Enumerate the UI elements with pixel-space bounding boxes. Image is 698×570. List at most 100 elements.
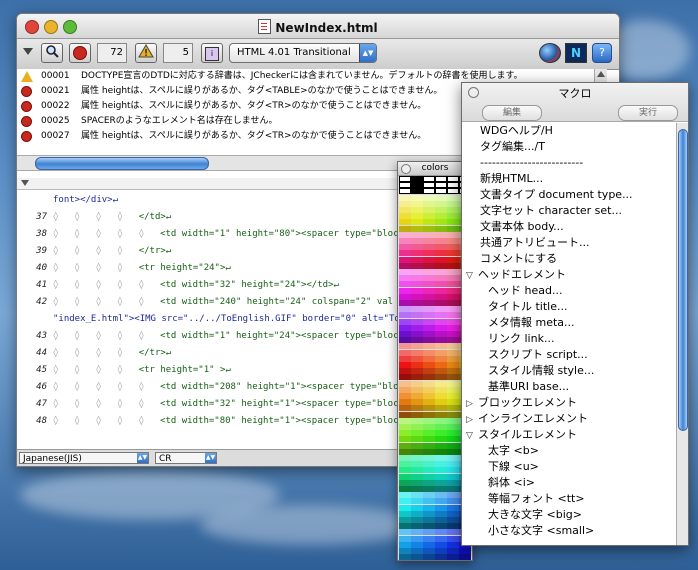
color-swatch[interactable] <box>399 492 411 499</box>
color-swatch[interactable] <box>435 219 447 226</box>
color-swatch[interactable] <box>447 293 459 300</box>
color-swatch[interactable] <box>423 225 435 232</box>
color-swatch[interactable] <box>399 343 411 350</box>
macro-item[interactable]: WDGヘルプ/H <box>462 123 676 139</box>
color-swatch[interactable] <box>435 362 447 368</box>
color-swatch[interactable] <box>411 386 423 393</box>
color-swatch[interactable] <box>435 300 447 306</box>
color-swatch[interactable] <box>423 411 435 418</box>
color-swatch[interactable] <box>399 355 411 362</box>
color-swatch[interactable] <box>423 523 435 530</box>
color-swatch[interactable] <box>447 380 459 387</box>
color-swatch[interactable] <box>423 306 435 313</box>
color-swatch[interactable] <box>411 517 423 523</box>
color-swatch[interactable] <box>447 442 459 449</box>
color-swatch[interactable] <box>411 337 423 344</box>
color-swatch[interactable] <box>399 517 411 523</box>
doctype-select[interactable]: HTML 4.01 Transitional ▲▼ <box>229 43 377 63</box>
color-swatch[interactable] <box>411 176 423 182</box>
color-swatch[interactable] <box>399 498 411 505</box>
color-swatch[interactable] <box>435 386 447 393</box>
color-swatch[interactable] <box>399 486 411 492</box>
color-swatch[interactable] <box>399 269 411 275</box>
color-swatch[interactable] <box>423 424 435 430</box>
color-swatch[interactable] <box>399 529 411 536</box>
color-swatch[interactable] <box>447 200 459 207</box>
color-swatch[interactable] <box>435 523 447 530</box>
color-swatch[interactable] <box>411 424 423 430</box>
macro-item[interactable]: 等幅フォント <tt> <box>462 491 676 507</box>
color-swatch[interactable] <box>411 244 423 251</box>
color-swatch[interactable] <box>399 300 411 306</box>
color-swatch[interactable] <box>423 405 435 412</box>
color-swatch[interactable] <box>435 262 447 269</box>
color-swatch[interactable] <box>447 349 459 356</box>
macro-item[interactable]: 文書本体 body... <box>462 219 676 235</box>
color-swatch[interactable] <box>399 176 411 182</box>
color-swatch[interactable] <box>423 529 435 536</box>
color-swatch[interactable] <box>447 256 459 263</box>
color-swatch[interactable] <box>423 238 435 244</box>
color-swatch[interactable] <box>447 343 459 350</box>
color-swatch[interactable] <box>411 479 423 486</box>
color-swatch[interactable] <box>447 554 459 561</box>
color-swatch[interactable] <box>411 541 423 548</box>
color-swatch[interactable] <box>423 368 435 375</box>
color-swatch[interactable] <box>411 393 423 399</box>
color-swatch[interactable] <box>423 355 435 362</box>
color-swatch[interactable] <box>399 523 411 530</box>
color-swatch[interactable] <box>435 467 447 474</box>
macro-item[interactable]: タグ編集.../T <box>462 139 676 155</box>
color-swatch[interactable] <box>399 455 411 461</box>
color-swatch[interactable] <box>447 188 459 195</box>
color-swatch[interactable] <box>423 300 435 306</box>
color-swatch[interactable] <box>399 231 411 238</box>
color-swatch[interactable] <box>423 498 435 505</box>
color-swatch[interactable] <box>435 306 447 313</box>
color-swatch[interactable] <box>411 343 423 350</box>
color-swatch[interactable] <box>411 405 423 412</box>
color-swatch[interactable] <box>423 467 435 474</box>
color-swatch[interactable] <box>447 461 459 468</box>
macro-item[interactable]: タイトル title... <box>462 299 676 315</box>
close-icon[interactable] <box>401 164 411 174</box>
macro-item[interactable]: 文字セット character set... <box>462 203 676 219</box>
color-swatch[interactable] <box>435 349 447 356</box>
macro-item[interactable]: ▽ スタイルエレメント <box>462 427 676 443</box>
color-swatch[interactable] <box>423 287 435 294</box>
color-swatch[interactable] <box>435 269 447 275</box>
color-swatch[interactable] <box>411 250 423 257</box>
color-swatch[interactable] <box>423 510 435 517</box>
color-swatch[interactable] <box>447 331 459 337</box>
color-swatch[interactable] <box>423 176 435 182</box>
color-swatch[interactable] <box>423 417 435 424</box>
color-swatch[interactable] <box>447 473 459 480</box>
color-swatch[interactable] <box>423 374 435 381</box>
color-swatch[interactable] <box>435 529 447 536</box>
color-swatch[interactable] <box>447 262 459 269</box>
color-swatch[interactable] <box>411 355 423 362</box>
color-swatch[interactable] <box>411 529 423 536</box>
color-swatch[interactable] <box>435 498 447 505</box>
color-swatch[interactable] <box>399 386 411 393</box>
macro-item[interactable]: 太字 <b> <box>462 443 676 459</box>
color-swatch[interactable] <box>411 486 423 492</box>
color-swatch[interactable] <box>423 455 435 461</box>
color-swatch[interactable] <box>447 492 459 499</box>
color-swatch[interactable] <box>435 473 447 480</box>
color-swatch[interactable] <box>399 548 411 554</box>
color-swatch[interactable] <box>399 287 411 294</box>
color-swatch[interactable] <box>447 424 459 430</box>
color-swatch[interactable] <box>435 374 447 381</box>
color-swatch[interactable] <box>411 467 423 474</box>
color-swatch[interactable] <box>423 362 435 368</box>
color-swatch[interactable] <box>411 207 423 213</box>
color-swatch[interactable] <box>423 448 435 455</box>
macro-item[interactable]: ▷ インラインエレメント <box>462 411 676 427</box>
color-swatch[interactable] <box>447 467 459 474</box>
color-swatch[interactable] <box>447 504 459 511</box>
color-swatch[interactable] <box>447 386 459 393</box>
color-swatch[interactable] <box>423 262 435 269</box>
color-swatch[interactable] <box>447 374 459 381</box>
macro-item[interactable]: 斜体 <i> <box>462 475 676 491</box>
